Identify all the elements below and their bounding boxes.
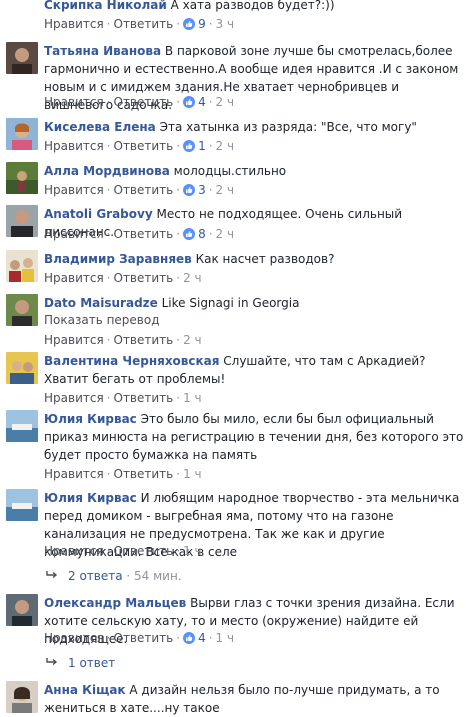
comment-time[interactable]: 2 ч [183,271,202,285]
comment-time[interactable]: 2 ч [216,227,235,241]
comment-time[interactable]: 2 ч [216,139,235,153]
comment-author[interactable]: Анна Кіщак [44,683,126,697]
like-link[interactable]: Нравится [44,467,104,481]
thumbs-up-icon [183,96,196,108]
like-link[interactable]: Нравится [44,631,104,645]
comment-time[interactable]: 1 ч [183,391,202,405]
comment-actions: Нравится · Ответить · 1 ч [44,467,202,481]
comment-actions: Нравится · Ответить · 9 · 3 ч [44,17,235,31]
avatar[interactable] [6,162,38,194]
reply-link[interactable]: Ответить [114,139,174,153]
comment-actions: Нравится · Ответить · 8 · 2 ч [44,227,235,241]
avatar[interactable] [6,205,38,237]
reply-link[interactable]: Ответить [114,271,174,285]
comment-author[interactable]: Алла Мордвинова [44,164,170,178]
comment-time[interactable]: 2 ч [183,333,202,347]
reply-link[interactable]: Ответить [114,95,174,109]
comment-text: Как насчет разводов? [195,252,335,266]
comment-author[interactable]: Владимир Заравняев [44,252,192,266]
comment-text: Эта хатынка из разряда: "Все, что могу" [159,120,417,134]
reply-link[interactable]: Ответить [114,544,174,558]
translate-link[interactable]: Показать перевод [44,313,160,327]
comment-actions: Нравится · Ответить · 4 · 2 ч [44,95,235,109]
avatar[interactable] [6,352,38,384]
avatar[interactable] [6,250,38,282]
view-replies-link[interactable]: 1 ответ [46,655,115,671]
like-count[interactable]: 4 [183,95,206,109]
comment-author[interactable]: Юлия Кирвас [44,491,137,505]
comment-author[interactable]: Anatoli Grabovy [44,207,153,221]
comment-actions: Нравится · Ответить · 3 · 2 ч [44,183,235,197]
avatar[interactable] [6,594,38,626]
like-link[interactable]: Нравится [44,544,104,558]
comment-text: А хата разводов будет?:)) [170,0,335,12]
avatar[interactable] [6,489,38,521]
comment-actions: Нравится · Ответить · 4 · 1 ч [44,631,235,645]
avatar[interactable] [6,42,38,74]
thumbs-up-icon [183,228,196,240]
comment-text: Like Signagi in Georgia [161,296,300,310]
comment-actions: Нравится · Ответить · 1 ч [44,544,202,558]
comment-text: молодцы.стильно [173,164,287,178]
comment-time[interactable]: 3 ч [216,17,235,31]
thumbs-up-icon [183,18,196,30]
comment-author[interactable]: Скрипка Николай [44,0,167,12]
thumbs-up-icon [183,140,196,152]
like-count[interactable]: 4 [183,631,206,645]
reply-link[interactable]: Ответить [114,227,174,241]
like-link[interactable]: Нравится [44,333,104,347]
like-count[interactable]: 9 [183,17,206,31]
comment-author[interactable]: Dato Maisuradze [44,296,158,310]
reply-link[interactable]: Ответить [114,333,174,347]
comment-author[interactable]: Киселева Елена [44,120,156,134]
avatar[interactable] [6,118,38,150]
comment-author[interactable]: Валентина Черняховская [44,354,219,368]
like-link[interactable]: Нравится [44,271,104,285]
comment-author[interactable]: Юлия Кирвас [44,412,137,426]
like-count[interactable]: 3 [183,183,206,197]
view-replies-link[interactable]: 2 ответа · 54 мин. [46,568,182,584]
comment-time[interactable]: 1 ч [183,544,202,558]
reply-link[interactable]: Ответить [114,183,174,197]
comment-time[interactable]: 1 ч [183,467,202,481]
comment-actions: Нравится · Ответить · 1 ч [44,391,202,405]
translate-row: Показать перевод [44,312,468,328]
comment-time[interactable]: 2 ч [216,183,235,197]
like-link[interactable]: Нравится [44,183,104,197]
reply-link[interactable]: Ответить [114,631,174,645]
like-link[interactable]: Нравится [44,139,104,153]
like-count[interactable]: 1 [183,139,206,153]
thumbs-up-icon [183,184,196,196]
reply-link[interactable]: Ответить [114,391,174,405]
like-link[interactable]: Нравится [44,227,104,241]
comment-actions: Нравится · Ответить · 2 ч [44,333,202,347]
comment-actions: Нравится · Ответить · 2 ч [44,271,202,285]
like-link[interactable]: Нравится [44,391,104,405]
comment-author[interactable]: Татьяна Иванова [44,44,161,58]
comment-time[interactable]: 2 ч [216,95,235,109]
comment-author[interactable]: Олександр Мальцев [44,596,186,610]
like-link[interactable]: Нравится [44,17,104,31]
comment-time[interactable]: 1 ч [216,631,235,645]
avatar[interactable] [6,294,38,326]
comment-actions: Нравится · Ответить · 1 · 2 ч [44,139,235,153]
reply-link[interactable]: Ответить [114,467,174,481]
like-link[interactable]: Нравится [44,95,104,109]
like-count[interactable]: 8 [183,227,206,241]
thumbs-up-icon [183,632,196,644]
avatar[interactable] [6,410,38,442]
replies-time: 54 мин. [134,569,182,583]
reply-link[interactable]: Ответить [114,17,174,31]
replies-count[interactable]: 2 ответа [68,569,123,583]
reply-arrow-icon [46,571,58,579]
avatar[interactable] [6,681,38,713]
reply-arrow-icon [46,658,58,666]
replies-count[interactable]: 1 ответ [68,656,115,670]
